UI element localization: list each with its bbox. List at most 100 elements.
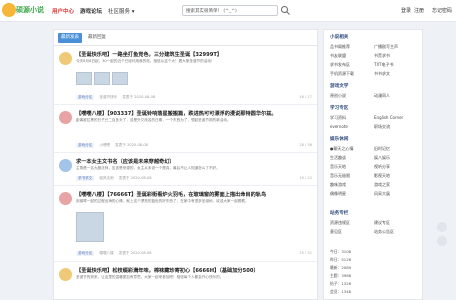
stat-topics: 主题：3968 [330,273,352,278]
sidebar-link[interactable]: 偶像明星 [330,191,346,197]
back-to-top-button[interactable] [437,222,447,232]
post-date: 发表于 2020-08-08 [118,251,152,255]
author-avatar[interactable] [59,268,72,281]
thread-excerpt: 主角是一名大魔法师，应该是来源的，女主从未说一个是真，最后不让人知道怎么了不好。 [76,166,220,170]
sidebar-link[interactable]: evernote [330,124,348,129]
sidebar-link[interactable]: 书书求文 [374,71,390,77]
tab-latest[interactable]: 最新发表 [58,33,82,43]
sidebar-link[interactable]: 资源违规区 [330,220,350,226]
thread-title[interactable]: 【嘤嘤八楼】【903337】圣诞铃响落星搬搬篇，跌进热可可漂浮的漫说那特圆华尔兹… [76,110,312,117]
register-link[interactable]: 注册 [414,7,424,14]
site-logo[interactable]: 硕源小说 [2,3,44,17]
post-date: 发表于 2020-08-08 [118,176,152,180]
thread-tabs: 最新发表 最新回复 [54,30,317,46]
thread-meta: 游戏分区 小嗯嗯 发表于 2020-08-08 [76,143,153,150]
nav-game-forum[interactable]: 游戏论坛 [80,7,102,15]
stat-yesterday: 昨日：5126 [330,257,352,262]
sidebar-link[interactable]: 建议专区 [374,220,390,226]
author-name[interactable]: 嘤嘤八楼 [99,251,113,255]
thread-thumbnail[interactable] [76,72,92,85]
thread-thumbnail[interactable] [94,72,110,85]
sidebar-link[interactable]: 生活趣谈 [330,155,346,161]
stat-members: 会员：1348 [330,289,352,294]
thread-item[interactable]: 【圣诞快乐吧】一路坐打鱼竞色，三分建筑生圣诞【32999T】 今天8月8日起，3… [54,47,317,105]
reply-view-count: 19 / 22 [299,176,312,180]
sidebar-link[interactable]: 手机资源下载 [330,71,354,77]
sidebar-link[interactable]: 音乐天地 [330,164,346,170]
logo-mark-icon [2,3,16,17]
author-avatar[interactable] [59,159,72,172]
forum-tag[interactable]: 游戏分区 [76,95,95,100]
sidebar-link[interactable]: 影视天地 [374,173,390,179]
thread-excerpt: 用钢琴一起的过程出海的心情，就上这个漂亮的蓝色的好东西了，在家中有很多圣诞树，欢… [76,199,249,203]
author-avatar[interactable] [59,52,72,65]
forum-tag[interactable]: 求书求文 [76,176,95,181]
forum-sidebar: 小说相关 品书阁推荐 广播剧写主声 书友联盟 书荒求书 求书发布区 TXT电子书… [323,29,423,300]
sidebar-link[interactable]: 职场交流 [374,124,390,130]
search-input[interactable]: 搜索其实很简单！ (^_^) [182,5,278,16]
sidebar-section-title: 站务专栏 [330,211,349,216]
thread-item[interactable]: 【嘤嘤八楼】【903337】圣诞铃响落星搬搬篇，跌进热可可漂浮的漫说那特圆华尔兹… [54,106,317,153]
forum-tag[interactable]: 游戏分区 [76,143,95,148]
sidebar-link[interactable]: 广播剧写主声 [374,44,398,50]
sidebar-link[interactable]: 原创小说 [330,93,346,99]
stat-today: 今日：3108 [330,249,352,254]
logo-text: 硕源小说 [16,6,44,14]
sidebar-link[interactable]: 视听分享 [374,164,390,170]
thread-excerpt: 距离被拉黑的日子已二百多天了，这是外又改名的日期，一个东西为了，想起圣诞节前的新… [76,118,231,122]
login-link[interactable]: 登录 [401,7,411,14]
author-name[interactable]: 临风无雨 [99,176,113,180]
sidebar-link[interactable]: 品书阁推荐 [330,44,350,50]
thread-title[interactable]: 求一本女主文书名（应该是未来穿越奇幻） [76,158,312,165]
sidebar-link[interactable]: 音乐无极限 [330,173,350,179]
nav-community-service[interactable]: 社区服务 ▾ [108,7,135,15]
sidebar-link[interactable]: 风采大展 [374,191,390,197]
reply-view-count: 16 / 17 [299,95,312,99]
sidebar-link[interactable]: 书荒求书 [374,53,390,59]
thread-meta: 游戏分区 嘤嘤八楼 发表于 2020-08-08 [76,251,157,258]
feedback-button[interactable] [437,236,447,246]
sidebar-link[interactable]: 趣味游戏 [330,182,346,188]
thread-title[interactable]: 【圣诞快乐吧】松枝缀彩满年味，棉袜藏珍寄初心【6666H】（基础加分500） [76,267,312,274]
forgot-password-link[interactable]: 忘记密码 [432,7,452,14]
sidebar-section-title: 娱乐休闲 [330,137,349,142]
thread-thumbnail[interactable] [112,72,128,85]
sidebar-link[interactable]: 学习资料 [330,115,346,121]
sidebar-section-title: 小说相关 [330,35,349,40]
forum-tag[interactable]: 游戏分区 [76,251,95,256]
sidebar-link[interactable]: 求书发布区 [330,62,350,68]
sidebar-link[interactable]: English Corner [374,115,403,120]
sidebar-link[interactable]: 旧时记忆 [374,146,390,152]
sidebar-link[interactable]: TXT电子书 [374,62,394,68]
reply-view-count: 25 / 31 [299,251,312,255]
author-avatar[interactable] [59,192,72,205]
author-avatar[interactable] [59,111,72,124]
thread-meta: 求书求文 临风无雨 发表于 2020-08-08 [76,176,157,183]
sidebar-link[interactable]: 游戏之家 [374,182,390,188]
thread-title[interactable]: 【圣诞快乐吧】一路坐打鱼竞色，三分建筑生圣诞【32999T】 [76,51,312,58]
sidebar-section-title: 学习专区 [330,106,349,111]
thread-meta: 游戏分区 圣诞节快乐 发表于 2020-08-08 [76,95,160,102]
sidebar-link[interactable]: 书友联盟 [330,53,346,59]
thread-item[interactable]: 【圣诞快乐吧】松枝缀彩满年味，棉袜藏珍寄初心【6666H】（基础加分500） 圣… [54,263,317,299]
thread-item[interactable]: 求一本女主文书名（应该是未来穿越奇幻） 主角是一名大魔法师，应该是来源的，女主从… [54,154,317,186]
post-date: 发表于 2020-08-08 [115,143,148,147]
sidebar-link[interactable]: 意见区 [330,229,342,235]
thread-item[interactable]: 【嘤嘤八楼】【76666T】圣诞彩街看炉火羽毛，在玻璃窗的雾面上描出命目的轨鸟 … [54,187,317,262]
thread-excerpt: 圣诞节的到来，让这里的温暖更加有意思，大家一起来参加吧！相信每个人都会开心快乐的… [76,275,224,279]
sidebar-link[interactable]: 动漫同人 [374,93,390,99]
thread-thumbnail[interactable] [76,212,104,242]
thread-excerpt: 今天8月8日起，30一起的近个已经利用我的帖，相信从这个大！看大家圣诞节的活动！ [76,59,215,63]
author-name[interactable]: 小嗯嗯 [99,143,110,147]
author-name[interactable]: 圣诞节快乐 [99,95,117,99]
sidebar-link[interactable]: 站务公告区 [374,229,394,235]
tab-latest-reply[interactable]: 最新回复 [85,33,109,43]
sidebar-link[interactable]: 娱八娱乐 [374,155,390,161]
sidebar-link[interactable]: ●聊天之心情 [330,146,354,152]
nav-user-center[interactable]: 用户中心 [52,7,74,15]
stat-posts: 帖子：1326 [330,281,352,286]
thread-title[interactable]: 【嘤嘤八楼】【76666T】圣诞彩街看炉火羽毛，在玻璃窗的雾面上描出命目的轨鸟 [76,191,312,198]
search-icon[interactable] [280,5,291,16]
top-navigation-bar: 硕源小说 用户中心 游戏论坛 社区服务 ▾ 搜索其实很简单！ (^_^) 登录 … [0,0,456,22]
stat-newest: 最新：2089 [330,265,352,270]
